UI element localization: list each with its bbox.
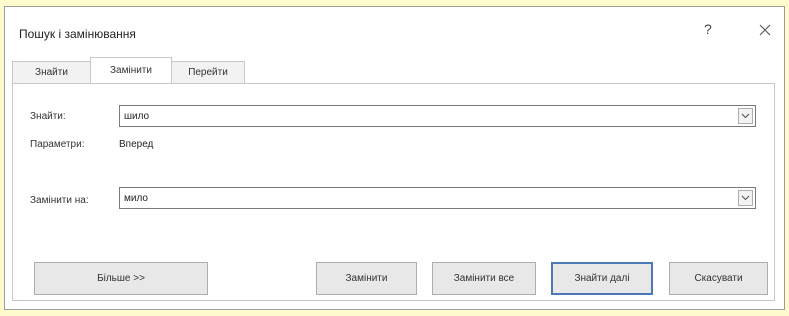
dialog-title: Пошук і замінювання	[19, 27, 136, 41]
find-label: Знайти:	[30, 111, 66, 122]
replace-combo	[119, 187, 756, 209]
help-button[interactable]: ?	[704, 21, 712, 37]
find-next-button[interactable]: Знайти далі	[551, 262, 653, 295]
options-value: Вперед	[119, 139, 154, 150]
replace-input[interactable]	[124, 191, 724, 205]
replace-all-button[interactable]: Замінити все	[432, 262, 536, 295]
replace-label: Замінити на:	[30, 195, 89, 206]
find-dropdown-button[interactable]	[738, 108, 753, 124]
tab-replace[interactable]: Замінити	[90, 57, 172, 83]
cancel-button[interactable]: Скасувати	[669, 262, 768, 295]
replace-button[interactable]: Замінити	[316, 262, 417, 295]
replace-dropdown-button[interactable]	[738, 190, 753, 206]
find-combo	[119, 105, 756, 127]
chevron-down-icon	[741, 195, 750, 201]
more-button[interactable]: Більше >>	[34, 262, 208, 295]
tab-goto[interactable]: Перейти	[171, 61, 245, 83]
tab-bar: Знайти Замінити Перейти	[12, 57, 245, 83]
chevron-down-icon	[741, 113, 750, 119]
close-icon[interactable]	[757, 22, 773, 38]
tab-find[interactable]: Знайти	[12, 61, 91, 83]
options-label: Параметри:	[30, 139, 85, 150]
find-input[interactable]	[124, 109, 724, 123]
replace-panel: Знайти: Параметри: Вперед Замінити на: Б…	[12, 83, 775, 301]
